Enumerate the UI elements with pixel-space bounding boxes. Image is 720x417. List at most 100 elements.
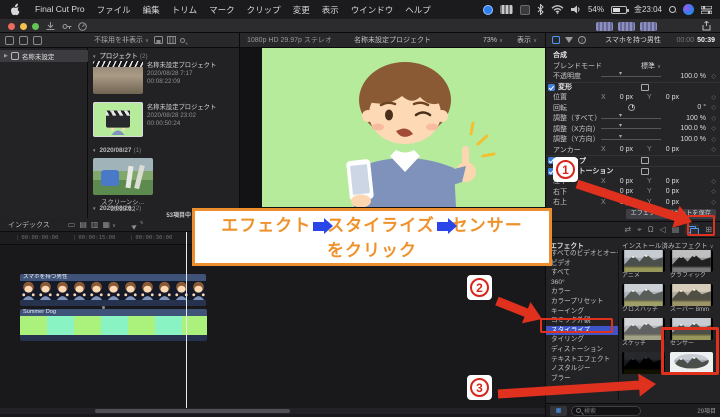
minimize-window-button[interactable] [20, 23, 27, 30]
keyframe-diamond-icon[interactable]: ◇ [711, 104, 716, 111]
pointer-tool-icon[interactable]: ► [129, 217, 146, 232]
xy-values[interactable]: X0 px Y 0 px [601, 94, 679, 101]
blend-mode-dropdown[interactable]: 標準 [641, 61, 661, 71]
keyframe-diamond-icon[interactable]: ◇ [711, 115, 716, 122]
share-icon[interactable] [702, 21, 711, 31]
keyword-icon[interactable] [62, 22, 72, 31]
bluetooth-icon[interactable] [537, 4, 544, 15]
zoom-window-button[interactable] [32, 23, 39, 30]
retime-icon[interactable]: ⇄ [624, 225, 631, 234]
clip-appearance-icon[interactable]: ▭ [68, 220, 76, 229]
effects-category[interactable]: ノスタルジー [546, 364, 618, 374]
group-header-date[interactable]: 2020/08/27(1) [92, 147, 141, 154]
checkbox-icon[interactable] [548, 83, 555, 91]
timeline-scrollbar[interactable] [0, 408, 545, 414]
inspector-row[interactable]: 不透明度 100.0 % XY 100.0 % ◇ [546, 70, 720, 82]
rotation-dial-icon[interactable] [628, 104, 635, 112]
group-header-date2[interactable]: 2020/08/26(2) [92, 205, 141, 212]
inspector-row[interactable]: 調整（すべて） 100 % XY 100 % ◇ [546, 112, 720, 124]
keyframe-diamond-icon[interactable]: ◇ [711, 125, 716, 132]
view-dropdown[interactable]: 表示 [517, 35, 537, 45]
menu-item[interactable]: マーク [203, 4, 241, 16]
effects-category[interactable]: カラープリセット [546, 297, 618, 307]
effect-thumbnail[interactable]: クロスハッチ [622, 284, 665, 315]
xy-values[interactable]: X0 px Y 0 px [601, 178, 679, 185]
effects-category[interactable]: キーイング [546, 307, 618, 317]
project-thumbnail[interactable] [93, 61, 143, 94]
menu-item[interactable]: ウインドウ [345, 4, 400, 16]
clip-appearance-icon[interactable]: ▤ [79, 220, 87, 229]
clock[interactable]: 金23:04 [634, 4, 662, 15]
menu-item[interactable]: ヘルプ [399, 4, 437, 16]
inspector-toggle-button[interactable] [640, 22, 657, 31]
slider[interactable] [601, 112, 661, 119]
library-item[interactable]: ▶ 名称未設定 [0, 50, 88, 62]
zoom-level-dropdown[interactable]: 73% [483, 37, 503, 44]
keyframe-diamond-icon[interactable]: ◇ [711, 136, 716, 143]
inspector-row[interactable]: 右下 X0 px Y 0 px ◇ [546, 187, 720, 198]
inspector-row[interactable]: ブレンドモード 標準 XY 標準 ◇ [546, 61, 720, 72]
effect-thumbnail[interactable]: スーパー 8mm [670, 284, 713, 315]
filmstrip-view-icon[interactable] [167, 36, 177, 44]
effects-category[interactable]: すべて [546, 268, 618, 278]
control-center-icon[interactable] [701, 5, 712, 14]
project-meta[interactable]: 名称未設定プロジェクト 2020/08/28 7:17 00:08:22:09 [147, 62, 219, 86]
close-window-button[interactable] [8, 23, 15, 30]
siri-icon[interactable] [683, 4, 694, 15]
keyboard-icon[interactable] [499, 5, 513, 14]
menu-item[interactable]: 変更 [287, 4, 316, 16]
section-action-icon[interactable] [641, 83, 649, 91]
effects-preview-toggle[interactable]: ▦ [550, 405, 567, 416]
inspector-row[interactable]: 回転 0 ° XY 0 ° ◇ [546, 103, 720, 114]
menu-item[interactable]: 表示 [316, 4, 345, 16]
effects-category[interactable]: ディストーション [546, 345, 618, 355]
import-media-icon[interactable] [46, 22, 55, 31]
effects-category[interactable]: ブラー [546, 374, 618, 384]
effect-thumbnail[interactable]: アニメ [622, 250, 665, 281]
inspector-row[interactable]: 位置 X0 px Y 0 px ◇ [546, 92, 720, 103]
menu-item[interactable]: クリップ [241, 4, 287, 16]
timeline-clip-generator[interactable]: Summer Dog [20, 309, 207, 341]
menu-item[interactable]: Final Cut Pro [29, 4, 91, 16]
wifi-icon[interactable] [551, 5, 564, 14]
section-action-icon[interactable] [641, 157, 649, 165]
clip-appearance-icon[interactable]: ▦ [102, 220, 116, 229]
photos-audio-icon[interactable] [19, 35, 28, 45]
effects-category[interactable]: 360° [546, 278, 618, 288]
spotlight-icon[interactable] [669, 6, 676, 13]
apple-logo-icon[interactable] [10, 3, 21, 16]
keyframe-diamond-icon[interactable]: ◇ [711, 146, 716, 153]
effects-category[interactable]: カラー [546, 287, 618, 297]
volume-icon[interactable] [570, 5, 581, 14]
section-action-icon[interactable] [641, 167, 649, 175]
clip-appearance-icon[interactable]: ▥ [91, 220, 99, 229]
effects-category[interactable]: テキストエフェクト [546, 355, 618, 365]
project-meta[interactable]: 名称未設定プロジェクト 2020/08/28 23:02 00:00:50:24 [147, 104, 219, 128]
clip-filter-dropdown[interactable]: 不採用を非表示 [94, 35, 149, 45]
effect-thumbnail[interactable] [622, 352, 665, 383]
inspector-row[interactable]: 調整（Y方向） 100.0 % XY 100.0 % ◇ [546, 133, 720, 145]
project-thumbnail-selected[interactable] [93, 102, 143, 137]
effects-category[interactable]: ビデオ [546, 259, 618, 269]
playhead[interactable] [186, 232, 187, 409]
disclosure-triangle-icon[interactable]: ▶ [4, 53, 8, 59]
disk-icon[interactable] [154, 36, 164, 44]
keyframe-diamond-icon[interactable]: ◇ [711, 188, 716, 195]
keyframe-diamond-icon[interactable]: ◇ [711, 73, 716, 80]
filmstrip-icon[interactable]: ▤ [672, 225, 680, 234]
titles-generators-icon[interactable] [33, 35, 42, 45]
volume-tool-icon[interactable]: ◁ [660, 225, 666, 234]
app-status-icon[interactable] [482, 4, 493, 15]
keyframe-diamond-icon[interactable]: ◇ [711, 178, 716, 185]
info-inspector-icon[interactable]: i [578, 36, 586, 44]
effect-thumbnail[interactable]: スケッチ [622, 318, 665, 349]
scrollbar-thumb[interactable] [95, 409, 290, 413]
inspector-row[interactable]: 調整（X方向） 100.0 % XY 100.0 % ◇ [546, 122, 720, 135]
search-icon[interactable] [180, 37, 186, 43]
crop-tool-icon[interactable]: ⌖ [637, 225, 642, 235]
audio-enhancements-icon[interactable]: Ω [648, 225, 654, 234]
video-inspector-icon[interactable] [552, 36, 560, 44]
inspector-row[interactable]: 変形 XY ◇ [546, 81, 720, 93]
timeline-clip-video[interactable]: スマホを持つ男性 [20, 274, 206, 306]
xy-values[interactable]: X0 px Y 0 px [601, 188, 679, 195]
